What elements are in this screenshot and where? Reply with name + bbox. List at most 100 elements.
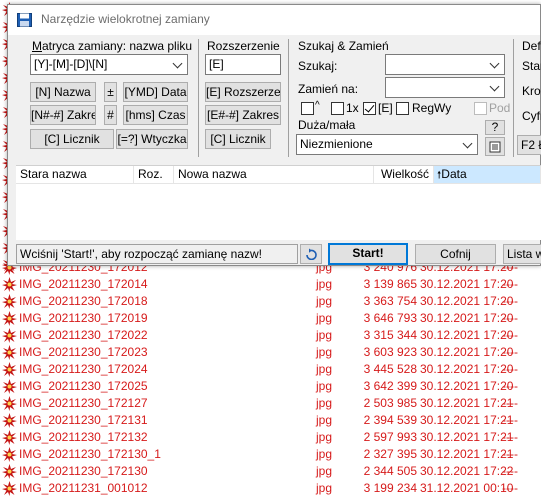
file-row[interactable]: IMG_20211230_172024 jpg 3 445 528 30.12.202… bbox=[0, 361, 541, 378]
file-row[interactable]: IMG_20211231_001012 jpg 3 199 234 31.12.202… bbox=[0, 480, 541, 497]
file-attributes: ---- bbox=[502, 413, 518, 427]
replace-input[interactable] bbox=[385, 77, 505, 98]
separator bbox=[198, 39, 199, 157]
column-old-name[interactable]: Stara nazwa bbox=[16, 166, 134, 183]
mask-group-label: Matryca zamiany: nazwa pliku bbox=[32, 39, 193, 53]
file-row[interactable]: IMG_20211230_172025 jpg 3 642 399 30.12.202… bbox=[0, 378, 541, 395]
insert-extension-range-button[interactable]: [E#-#] Zakres bbox=[205, 105, 281, 125]
insert-counter-button[interactable]: [C] Licznik bbox=[30, 129, 114, 149]
undo-rename-button[interactable]: Cofnij bbox=[415, 244, 496, 264]
search-group-label: Szukaj & Zamień bbox=[298, 39, 389, 53]
hash-button[interactable]: # bbox=[104, 105, 117, 125]
column-extension[interactable]: Roz. bbox=[134, 166, 174, 183]
undo-button[interactable] bbox=[300, 244, 322, 264]
file-row[interactable]: IMG_20211230_172023 jpg 3 603 923 30.12.202… bbox=[0, 344, 541, 361]
insert-range-button[interactable]: [N#-#] Zakres bbox=[30, 105, 96, 125]
presets-button[interactable] bbox=[485, 137, 505, 156]
insert-name-button[interactable]: [N] Nazwa bbox=[30, 82, 96, 102]
define-group-label: Defi bbox=[522, 39, 541, 53]
caret-checkbox[interactable] bbox=[301, 102, 314, 115]
insert-extension-counter-button[interactable]: [C] Licznik bbox=[205, 129, 271, 149]
file-row[interactable]: IMG_20211230_172022 jpg 3 315 344 30.12.202… bbox=[0, 327, 541, 344]
f2-load-button[interactable]: F2 Ła bbox=[517, 135, 541, 155]
red-spark-icon bbox=[2, 277, 17, 292]
case-select[interactable]: Niezmienione bbox=[296, 134, 478, 155]
file-row[interactable]: IMG_20211230_172018 jpg 3 363 754 30.12.202… bbox=[0, 293, 541, 310]
file-size: 3 139 865 bbox=[363, 277, 417, 291]
red-spark-icon bbox=[2, 294, 17, 309]
insert-date-button[interactable]: [YMD] Data bbox=[123, 82, 188, 102]
insert-time-button[interactable]: [hms] Czas bbox=[123, 105, 188, 125]
extension-input[interactable]: [E] bbox=[205, 54, 281, 75]
subst-checkbox[interactable] bbox=[474, 102, 487, 115]
file-row[interactable]: IMG_20211230_172130_1 jpg 2 327 395 30.12.2… bbox=[0, 446, 541, 463]
file-name: IMG_20211230_172025 bbox=[19, 379, 148, 393]
file-date: 30.12.2021 17:20 bbox=[420, 345, 514, 359]
file-date: 30.12.2021 17:20 bbox=[420, 362, 514, 376]
case-label: Duża/mała bbox=[298, 118, 356, 132]
help-button[interactable]: ? bbox=[485, 120, 505, 135]
once-checkbox[interactable] bbox=[331, 102, 344, 115]
file-date: 30.12.2021 17:20 bbox=[420, 328, 514, 342]
status-bar: Wciśnij 'Start!', aby rozpocząć zamianę … bbox=[16, 244, 298, 264]
file-date: 30.12.2021 17:22 bbox=[420, 464, 514, 478]
red-spark-icon bbox=[2, 430, 17, 445]
file-size: 3 445 528 bbox=[363, 362, 417, 376]
file-extension: jpg bbox=[316, 328, 333, 342]
column-size[interactable]: Wielkość bbox=[374, 166, 434, 183]
column-date[interactable]: 🠕Data bbox=[434, 166, 541, 183]
result-list-button[interactable]: Lista wyni bbox=[503, 244, 541, 264]
file-name: IMG_20211230_172131 bbox=[19, 413, 148, 427]
file-size: 2 597 993 bbox=[363, 430, 417, 444]
file-size: 3 363 754 bbox=[363, 294, 417, 308]
column-date-label: Data bbox=[441, 167, 467, 181]
file-name: IMG_20211230_172014 bbox=[19, 277, 148, 291]
subst-checkbox-label: Pod bbox=[489, 101, 511, 115]
file-name: IMG_20211230_172130_1 bbox=[19, 447, 161, 461]
file-extension: jpg bbox=[316, 464, 333, 478]
file-attributes: ---- bbox=[502, 294, 518, 308]
insert-extension-button[interactable]: [E] Rozszerzenie bbox=[205, 82, 281, 102]
file-size: 2 394 539 bbox=[363, 413, 417, 427]
file-attributes: ---- bbox=[502, 464, 518, 478]
file-extension: jpg bbox=[316, 379, 333, 393]
start-label: Start bbox=[522, 59, 541, 73]
table-header-divider bbox=[16, 183, 541, 184]
mask-input[interactable]: [Y]-[M]-[D]\[N] bbox=[30, 54, 188, 75]
caret-checkbox-label: ^ bbox=[315, 100, 320, 111]
file-name: IMG_20211230_172022 bbox=[19, 328, 148, 342]
separator bbox=[288, 39, 289, 157]
file-row[interactable]: IMG_20211230_172132 jpg 2 597 993 30.12.202… bbox=[0, 429, 541, 446]
file-date: 30.12.2021 17:21 bbox=[420, 413, 514, 427]
search-label: Szukaj: bbox=[298, 59, 338, 73]
file-name: IMG_20211230_172018 bbox=[19, 294, 148, 308]
search-input[interactable] bbox=[385, 54, 505, 75]
file-date: 30.12.2021 17:20 bbox=[420, 311, 514, 325]
file-size: 3 646 793 bbox=[363, 311, 417, 325]
list-icon bbox=[489, 141, 501, 153]
file-attributes: ---- bbox=[502, 396, 518, 410]
extension-group-label: Rozszerzenie bbox=[207, 39, 280, 53]
red-spark-icon bbox=[2, 328, 17, 343]
file-row[interactable]: IMG_20211230_172127 jpg 2 503 985 30.12.202… bbox=[0, 395, 541, 412]
file-size: 3 315 344 bbox=[363, 328, 417, 342]
step-label: Krok bbox=[522, 84, 541, 98]
file-name: IMG_20211231_001012 bbox=[19, 481, 148, 495]
column-new-name[interactable]: Nowa nazwa bbox=[174, 166, 374, 183]
file-row[interactable]: IMG_20211230_172130 jpg 2 344 505 30.12.202… bbox=[0, 463, 541, 480]
file-row[interactable]: IMG_20211230_172014 jpg 3 139 865 30.12.202… bbox=[0, 276, 541, 293]
file-attributes: ---- bbox=[502, 345, 518, 359]
file-extension: jpg bbox=[316, 362, 333, 376]
file-extension: jpg bbox=[316, 447, 333, 461]
extension-checkbox[interactable] bbox=[363, 102, 376, 115]
start-button[interactable]: Start! bbox=[328, 243, 408, 265]
dialog-title: Narzędzie wielokrotnej zamiany bbox=[41, 12, 210, 26]
file-row[interactable]: IMG_20211230_172131 jpg 2 394 539 30.12.202… bbox=[0, 412, 541, 429]
red-spark-icon bbox=[2, 464, 17, 479]
file-extension: jpg bbox=[316, 294, 333, 308]
file-extension: jpg bbox=[316, 396, 333, 410]
insert-plugin-button[interactable]: [=?] Wtyczka bbox=[116, 129, 188, 149]
plus-minus-button[interactable]: ± bbox=[104, 82, 117, 102]
file-row[interactable]: IMG_20211230_172019 jpg 3 646 793 30.12.202… bbox=[0, 310, 541, 327]
regex-checkbox[interactable] bbox=[396, 102, 409, 115]
